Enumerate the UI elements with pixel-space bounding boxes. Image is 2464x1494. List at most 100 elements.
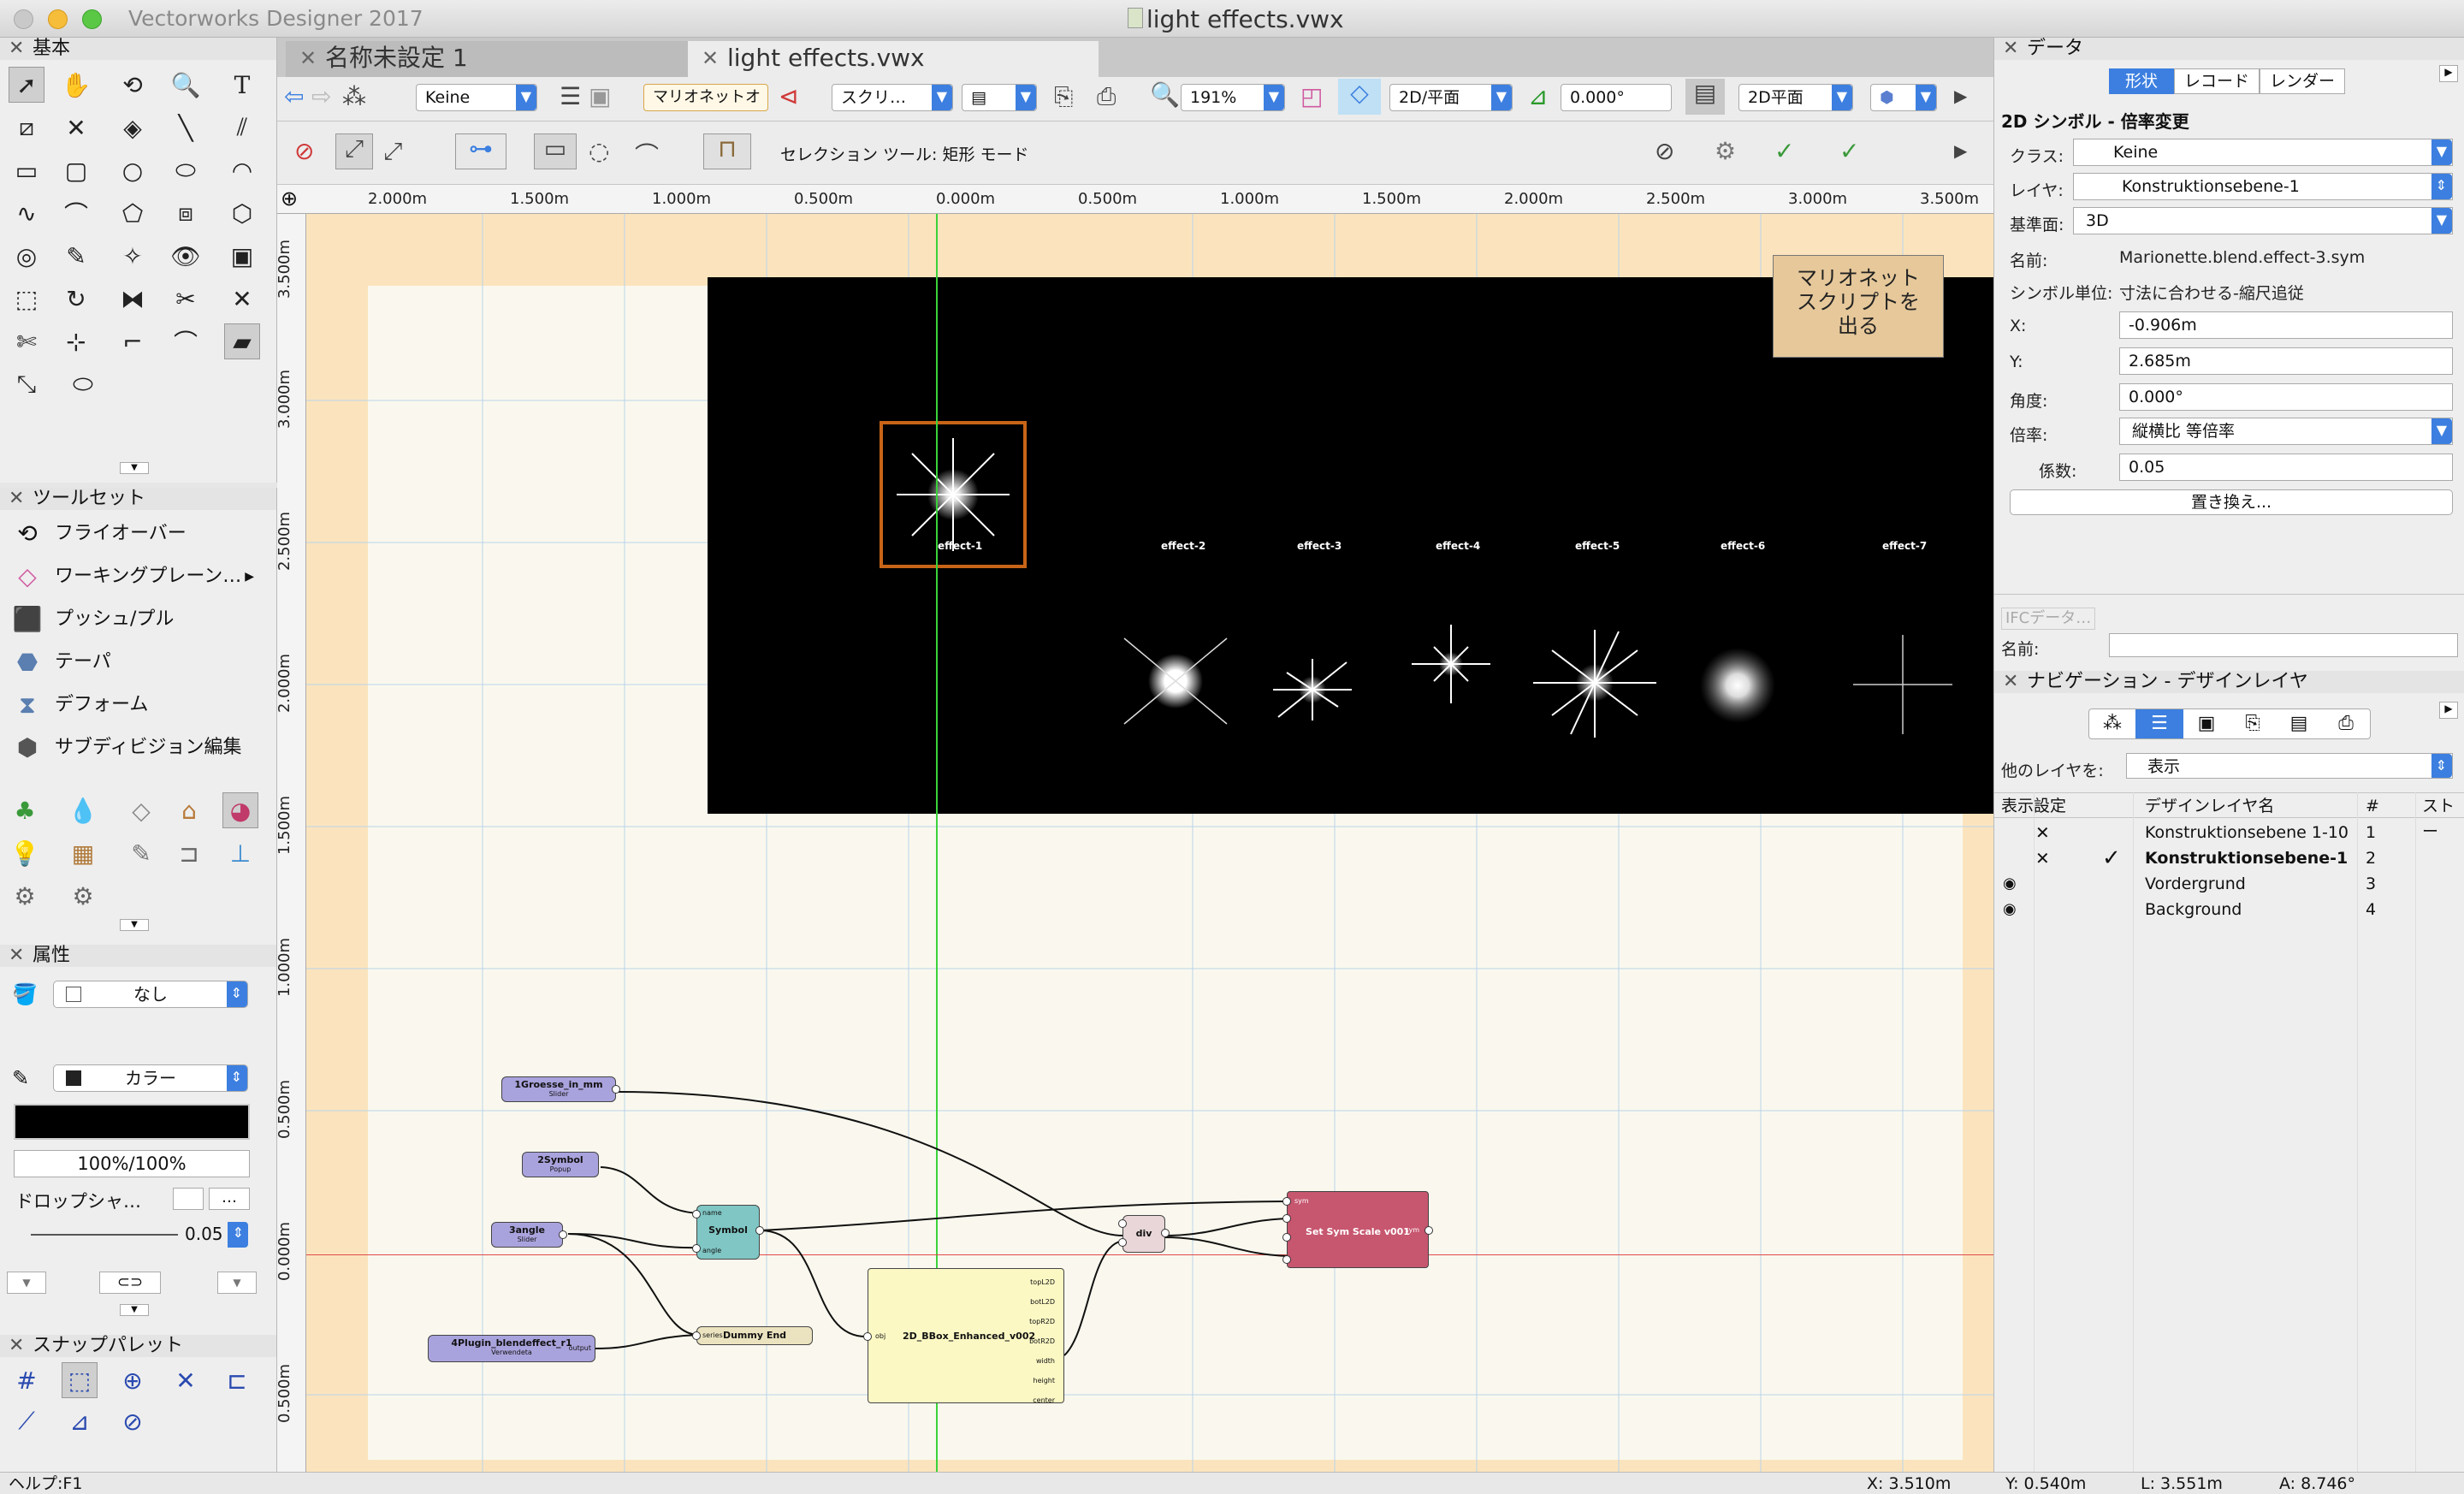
forward-arrow-icon[interactable]: ⇨ (311, 82, 331, 110)
nav-mode-views-icon[interactable]: ⎘ (2230, 709, 2276, 738)
col-layer-name-header[interactable]: デザインレイヤ名 (2145, 793, 2274, 819)
align-icon[interactable]: ⊶ (455, 133, 506, 169)
detailing-icon[interactable]: ▦ (65, 835, 101, 871)
rounded-rectangle-tool[interactable]: ▢ (58, 152, 94, 188)
trim-tool[interactable]: ✄ (9, 323, 44, 359)
polygon-mode-icon[interactable]: ⌒ (635, 137, 659, 171)
pen-style-select[interactable]: カラー ⇕ (53, 1064, 248, 1092)
view-settings-icon[interactable]: ⎙ (1097, 82, 1116, 111)
eyedropper-tool[interactable]: ✎ (58, 238, 94, 274)
split-tool[interactable]: ✂ (168, 281, 204, 317)
navigation-graph-icon[interactable]: ⁂ (342, 82, 366, 110)
node-input-pin[interactable] (692, 1331, 701, 1340)
node-input-pin[interactable] (1118, 1238, 1127, 1247)
nav-mode-references-icon[interactable]: ▤ (2276, 709, 2322, 738)
marionette-field[interactable]: マリオネットオ (643, 84, 768, 111)
polyline-tool[interactable]: ⌒ (58, 195, 94, 231)
nav-mode-symbols-icon[interactable]: ⎙ (2322, 709, 2370, 738)
landscape-icon[interactable]: 💧 (65, 792, 101, 828)
settings-gear-icon[interactable]: ⚙ (1715, 137, 1736, 165)
rectangle-tool[interactable]: ▭ (9, 152, 44, 188)
rectangle-mode-icon[interactable]: ▭ (534, 133, 577, 169)
fasteners-icon[interactable]: ⚙ (7, 878, 43, 914)
zoom-icon[interactable]: 🔍 (1150, 80, 1180, 109)
marionette-wrapper-tool[interactable]: ⤡ (9, 366, 44, 402)
layer-hidden-icon[interactable]: ✕ (2035, 845, 2050, 871)
node-symbol[interactable]: name Symbol angle (692, 1205, 764, 1260)
fill-style-select[interactable]: なし ⇕ (53, 981, 248, 1008)
tab-render[interactable]: レンダー (2260, 68, 2345, 94)
furniture-icon[interactable]: ⌂ (171, 792, 207, 828)
chamfer-tool[interactable]: ⌒ (168, 323, 204, 359)
eraser-tool[interactable]: ▰ (224, 323, 260, 359)
close-icon[interactable]: ✕ (9, 945, 24, 967)
spiral-tool[interactable]: ◎ (9, 238, 44, 274)
other-layers-dropdown[interactable]: 表示 ⇕ (2126, 753, 2453, 779)
node-input-pin[interactable] (692, 1210, 701, 1218)
snap-object-icon[interactable]: ⬚ (62, 1362, 98, 1398)
polygon-tool[interactable]: ⬠ (115, 195, 151, 231)
col-number-header[interactable]: # (2366, 793, 2379, 819)
sheet-select[interactable]: ▤ ▼ (962, 84, 1037, 111)
node-output-pin[interactable] (1424, 1226, 1433, 1235)
table-row[interactable]: ✕ Konstruktionsebene 1-10 1 (1994, 820, 2464, 845)
node-input-pin[interactable] (1282, 1233, 1291, 1242)
rotate-plan-icon[interactable]: ⊿ (1528, 82, 1548, 110)
layer-visible-icon[interactable]: ◉ (2003, 897, 2017, 922)
attribute-mapping-tool[interactable]: ▣ (224, 238, 260, 274)
lighting-icon[interactable]: 💡 (7, 835, 43, 871)
line-weight-stepper[interactable]: ⇕ (228, 1222, 248, 1248)
zoom-window-button[interactable] (82, 9, 102, 29)
close-window-button[interactable] (14, 9, 33, 29)
machine-design-icon[interactable]: ⊐ (171, 835, 207, 871)
toolset-item[interactable]: ⟲ フライオーバー (12, 517, 187, 551)
connect-combine-tool[interactable]: ✕ (224, 281, 260, 317)
snap-tangent-icon[interactable]: ⟋ (9, 1403, 44, 1439)
node-2d-bbox[interactable]: obj 2D_BBox_Enhanced_v002 topL2D botL2D … (863, 1268, 1064, 1404)
node-output-pin[interactable] (559, 1230, 567, 1239)
saved-view-icon[interactable]: ⎘ (1054, 82, 1073, 111)
tab-light-effects[interactable]: ✕ light effects.vwx (688, 41, 1099, 77)
nav-mode-classes-icon[interactable]: ⁂ (2089, 709, 2135, 738)
close-icon[interactable]: ✕ (2003, 671, 2018, 693)
rotate-tool[interactable]: ↻ (58, 281, 94, 317)
reshape-tool[interactable]: ⬚ (9, 281, 44, 317)
flyover-tool[interactable]: ⟲ (115, 67, 151, 103)
back-arrow-icon[interactable]: ⇦ (284, 82, 304, 110)
snap-distance-icon[interactable]: ⊏ (219, 1362, 255, 1398)
visibility-tool[interactable]: 👁 (168, 238, 204, 274)
node-div[interactable]: div (1118, 1215, 1170, 1253)
panel-menu-icon[interactable]: ▶ (2439, 702, 2458, 719)
working-plane-view-icon[interactable]: ◇ (1338, 79, 1381, 115)
palette-collapse-icon[interactable]: ▼ (120, 462, 149, 474)
palette-collapse-icon[interactable]: ▼ (120, 1304, 149, 1316)
script-select[interactable]: スクリ… ▼ (832, 84, 953, 111)
render-mode-icon[interactable]: ▤ (1685, 79, 1725, 115)
fillet-tool[interactable]: ⌐ (115, 323, 151, 359)
callout-tool[interactable]: ⧄ (9, 110, 44, 145)
visualization-icon[interactable]: ◕ (222, 792, 258, 828)
node-set-sym-scale[interactable]: sym Set Sym Scale v001 sym (1282, 1191, 1433, 1268)
x-field[interactable]: -0.906m (2119, 311, 2453, 339)
replace-button[interactable]: 置き換え... (2010, 489, 2453, 515)
node-input-pin[interactable] (863, 1332, 872, 1341)
magic-wand-tool[interactable]: ✧ (115, 238, 151, 274)
locus-tool[interactable]: ✕ (58, 110, 94, 145)
layer-hidden-icon[interactable]: ✕ (2035, 820, 2050, 845)
angle-field[interactable]: 0.000° (2119, 383, 2453, 411)
layer-options-icon[interactable]: ▣ (589, 82, 611, 110)
double-line-tool[interactable]: ⫽ (224, 110, 260, 145)
toolset-item[interactable]: ⬢ サブディビジョン編集 (12, 731, 242, 765)
oval-tool[interactable]: ⬭ (168, 152, 204, 188)
nav-mode-sheets-icon[interactable]: ▣ (2183, 709, 2230, 738)
plane-dropdown[interactable]: 3D ▼ (2073, 207, 2453, 234)
snap-angle-icon[interactable]: ⊕ (115, 1362, 151, 1398)
node-plugin-blendeffect[interactable]: 4Plugin_blendeffect_r1 Verwendeta output (428, 1335, 595, 1362)
dimensioning-icon[interactable]: ✎ (123, 835, 159, 871)
toolset-item[interactable]: ⬛ プッシュ/プル (12, 602, 175, 637)
line-weight-slider[interactable] (31, 1234, 178, 1236)
panel-menu-icon[interactable]: ▶ (2439, 65, 2458, 82)
table-row[interactable]: ✕ ✓ Konstruktionsebene-1 2 (1994, 845, 2464, 871)
layer-visibility-icon[interactable]: ✓ (1839, 137, 1859, 165)
tab-shape[interactable]: 形状 (2109, 68, 2174, 94)
